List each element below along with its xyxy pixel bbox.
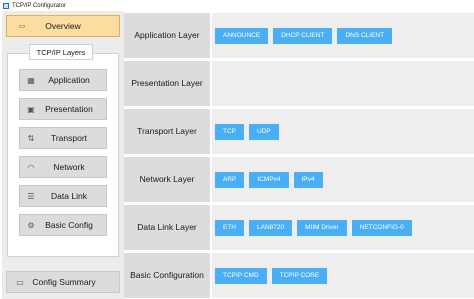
component-chip[interactable]: ETH	[215, 219, 244, 236]
component-chip[interactable]: IPv4	[293, 171, 323, 188]
component-chip[interactable]: DNS CLIENT	[337, 27, 393, 44]
layer-components	[212, 61, 474, 106]
sidebar-item-data-link[interactable]: ☰ Data Link	[19, 185, 107, 207]
layer-components: TCPIP CMD TCPIP CORE	[212, 253, 474, 298]
sidebar-item-label: Transport	[50, 133, 88, 143]
overview-icon: ▭	[18, 23, 26, 30]
image-icon: ▣	[27, 104, 35, 114]
overview-button[interactable]: ▭ Overview	[6, 15, 120, 37]
layer-row-application: Application Layer ANNOUNCE DHCP CLIENT D…	[124, 13, 474, 58]
wifi-icon: ◠	[27, 162, 35, 172]
component-chip[interactable]: MIIM Driver	[297, 219, 347, 236]
layer-label: Presentation Layer	[124, 61, 210, 106]
config-summary-button[interactable]: ▭ Config Summary	[6, 271, 120, 293]
list-icon: ☰	[27, 191, 35, 201]
layer-components: ANNOUNCE DHCP CLIENT DNS CLIENT	[212, 13, 474, 58]
layer-components: ETH LAN8720 MIIM Driver NETCONFIG-0	[212, 205, 474, 250]
gear-icon: ⚙	[27, 220, 35, 230]
layer-row-basic-configuration: Basic Configuration TCPIP CMD TCPIP CORE	[124, 253, 474, 298]
sidebar-item-application[interactable]: ▦ Application	[19, 69, 107, 91]
component-chip[interactable]: ARP	[215, 171, 245, 188]
sidebar-item-network[interactable]: ◠ Network	[19, 156, 107, 178]
component-chip[interactable]: UDP	[249, 123, 279, 140]
grid-icon: ▦	[27, 75, 35, 85]
layer-row-transport: Transport Layer TCP UDP	[124, 109, 474, 154]
sidebar-item-label: Application	[48, 75, 90, 85]
component-chip[interactable]: DHCP CLIENT	[273, 27, 333, 44]
layer-label: Transport Layer	[124, 109, 210, 154]
sidebar-item-presentation[interactable]: ▣ Presentation	[19, 98, 107, 120]
layer-label: Application Layer	[124, 13, 210, 58]
layer-row-data-link: Data Link Layer ETH LAN8720 MIIM Driver …	[124, 205, 474, 250]
sort-arrows-icon: ⇅	[27, 133, 35, 143]
layer-components: ARP ICMPv4 IPv4	[212, 157, 474, 202]
sidebar-item-label: Basic Config	[45, 220, 93, 230]
component-chip[interactable]: NETCONFIG-0	[351, 219, 412, 236]
sidebar-item-label: Presentation	[45, 104, 93, 114]
component-chip[interactable]: TCPIP CMD	[215, 267, 267, 284]
layer-label: Network Layer	[124, 157, 210, 202]
config-summary-label: Config Summary	[32, 277, 96, 287]
component-chip[interactable]: TCP	[215, 123, 244, 140]
layer-row-network: Network Layer ARP ICMPv4 IPv4	[124, 157, 474, 202]
app-icon	[3, 2, 9, 9]
sidebar: ▭ Overview TCP/IP Layers ▦ Application ▣…	[2, 11, 124, 299]
layer-label: Basic Configuration	[124, 253, 210, 298]
overview-label: Overview	[45, 21, 81, 31]
layer-components: TCP UDP	[212, 109, 474, 154]
component-chip[interactable]: LAN8720	[249, 219, 293, 236]
sidebar-item-label: Data Link	[51, 191, 87, 201]
layers-group-header: TCP/IP Layers	[29, 44, 93, 60]
layer-row-presentation: Presentation Layer	[124, 61, 474, 106]
title-bar: TCP/IP Configurator	[0, 0, 474, 11]
component-chip[interactable]: ICMPv4	[249, 171, 289, 188]
layer-label: Data Link Layer	[124, 205, 210, 250]
component-chip[interactable]: TCPIP CORE	[271, 267, 328, 284]
component-chip[interactable]: ANNOUNCE	[215, 27, 269, 44]
sidebar-item-transport[interactable]: ⇅ Transport	[19, 127, 107, 149]
sidebar-item-basic-config[interactable]: ⚙ Basic Config	[19, 214, 107, 236]
summary-icon: ▭	[16, 277, 24, 287]
sidebar-item-label: Network	[53, 162, 85, 172]
layers-panel: Application Layer ANNOUNCE DHCP CLIENT D…	[124, 11, 474, 299]
window-title: TCP/IP Configurator	[12, 2, 66, 9]
